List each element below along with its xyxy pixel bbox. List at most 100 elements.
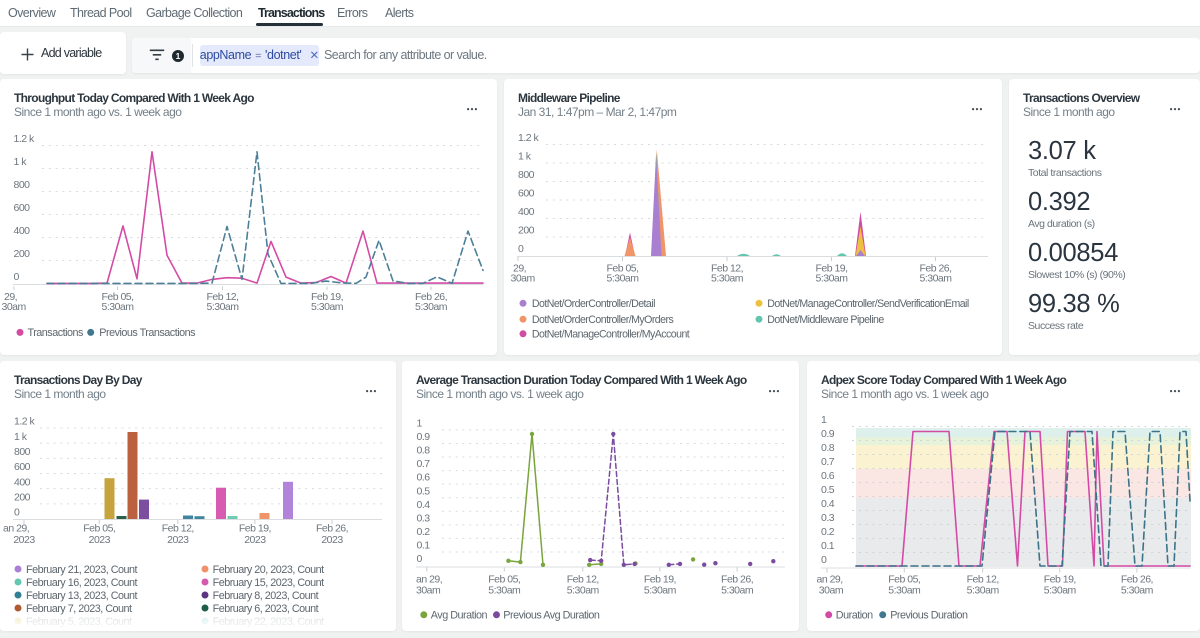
svg-text:5:30am: 5:30am [1121,585,1154,597]
svg-text:0.1: 0.1 [417,540,431,552]
svg-text:February 15, 2023, Count: February 15, 2023, Count [213,577,325,589]
svg-text:400: 400 [14,476,31,488]
svg-text:0.8: 0.8 [417,445,431,457]
svg-text:Feb 12,: Feb 12, [567,573,599,585]
svg-text:Feb 05,: Feb 05, [888,573,920,585]
svg-text:DotNet/ManageController/SendVe: DotNet/ManageController/SendVerification… [767,298,969,310]
svg-text:an 29,: an 29, [416,573,442,585]
svg-text:800: 800 [14,179,31,191]
svg-text:Feb 12,: Feb 12, [162,523,194,535]
svg-text:600: 600 [14,202,31,214]
svg-text:Feb 19,: Feb 19, [239,523,271,535]
svg-text:DotNet/ManageController/MyAcco: DotNet/ManageController/MyAccount [532,329,690,341]
svg-text:Feb 19,: Feb 19, [644,573,676,585]
svg-text:0.6: 0.6 [821,470,835,482]
svg-text:Previous Transactions: Previous Transactions [99,327,196,339]
svg-text:600: 600 [14,461,31,473]
svg-text:Avg Duration: Avg Duration [431,610,488,622]
svg-text:0.7: 0.7 [821,456,835,468]
svg-text:February 20, 2023, Count: February 20, 2023, Count [213,564,325,576]
svg-text:5:30am: 5:30am [101,301,134,313]
svg-text:Feb 05,: Feb 05, [488,573,520,585]
svg-text:an 29,: an 29, [3,523,29,535]
svg-text:DotNet/Middleware Pipeline: DotNet/Middleware Pipeline [767,314,884,326]
svg-text:DotNet/OrderController/MyOrder: DotNet/OrderController/MyOrders [532,314,674,326]
svg-text:800: 800 [518,169,535,181]
svg-text:5:30am: 5:30am [488,585,521,597]
svg-text:200: 200 [14,248,31,260]
svg-text:1: 1 [821,414,827,426]
svg-text:1 k: 1 k [14,431,28,443]
svg-text:0.4: 0.4 [417,499,431,511]
svg-text:800: 800 [14,446,31,458]
svg-text:5:30am: 5:30am [721,585,754,597]
svg-text:an 29,: an 29, [817,573,843,585]
svg-text:2023: 2023 [167,534,189,546]
svg-text:0.7: 0.7 [417,458,431,470]
svg-text:5:30am: 5:30am [644,585,677,597]
svg-text:0.8: 0.8 [821,442,835,454]
svg-text:1: 1 [176,50,181,60]
svg-text:Previous Avg Duration: Previous Avg Duration [503,610,600,622]
svg-text:5:30am: 5:30am [888,585,921,597]
svg-text:30am: 30am [2,301,27,313]
svg-text:Feb 26,: Feb 26, [1121,573,1153,585]
svg-text:5:30am: 5:30am [606,272,639,284]
svg-text:1.2 k: 1.2 k [518,132,540,144]
svg-text:0: 0 [14,507,20,519]
svg-text:5:30am: 5:30am [919,272,952,284]
svg-text:Feb 12,: Feb 12, [967,573,999,585]
svg-text:0: 0 [14,271,20,283]
svg-text:200: 200 [14,491,31,503]
svg-text:400: 400 [518,206,535,218]
svg-text:5:30am: 5:30am [815,272,848,284]
svg-text:5:30am: 5:30am [967,585,1000,597]
svg-text:1 k: 1 k [14,156,28,168]
svg-text:5:30am: 5:30am [1044,585,1077,597]
svg-text:2023: 2023 [244,534,266,546]
svg-text:0.9: 0.9 [821,428,835,440]
svg-text:0.2: 0.2 [417,526,431,538]
svg-text:0: 0 [518,243,524,255]
svg-text:200: 200 [518,225,535,237]
svg-text:0: 0 [821,554,827,566]
svg-text:Previous Duration: Previous Duration [890,610,968,622]
svg-text:February 21, 2023, Count: February 21, 2023, Count [26,564,138,576]
svg-text:400: 400 [14,225,31,237]
svg-text:30am: 30am [511,272,536,284]
svg-text:0.5: 0.5 [821,484,835,496]
svg-text:0.5: 0.5 [417,485,431,497]
svg-text:5:30am: 5:30am [567,585,600,597]
svg-text:February 8, 2023, Count: February 8, 2023, Count [213,590,319,602]
svg-text:0.1: 0.1 [821,540,835,552]
svg-text:February 16, 2023, Count: February 16, 2023, Count [26,577,138,589]
svg-text:1.2 k: 1.2 k [14,416,36,428]
svg-text:5:30am: 5:30am [415,301,448,313]
svg-text:1: 1 [417,418,423,430]
svg-text:Duration: Duration [836,610,873,622]
svg-text:5:30am: 5:30am [311,301,344,313]
svg-text:0: 0 [417,553,423,565]
svg-text:0.6: 0.6 [417,472,431,484]
svg-text:1.2 k: 1.2 k [14,133,36,145]
svg-text:0.9: 0.9 [417,431,431,443]
svg-text:30am: 30am [819,585,844,597]
svg-text:5:30am: 5:30am [206,301,239,313]
svg-text:1 k: 1 k [518,151,532,163]
svg-text:5:30am: 5:30am [711,272,744,284]
svg-text:February 13, 2023, Count: February 13, 2023, Count [26,590,138,602]
svg-text:2023: 2023 [321,534,343,546]
svg-text:2023: 2023 [89,534,111,546]
svg-text:0.3: 0.3 [821,512,835,524]
svg-text:Feb 26,: Feb 26, [721,573,753,585]
svg-text:600: 600 [518,188,535,200]
svg-text:DotNet/OrderController/Detail: DotNet/OrderController/Detail [532,298,655,310]
svg-text:30am: 30am [416,585,441,597]
svg-text:2023: 2023 [13,534,35,546]
svg-text:Feb 05,: Feb 05, [83,523,115,535]
svg-text:0.4: 0.4 [821,498,835,510]
svg-text:Transactions: Transactions [28,327,85,339]
svg-text:Feb 19,: Feb 19, [1044,573,1076,585]
svg-text:0.3: 0.3 [417,512,431,524]
svg-text:Feb 26,: Feb 26, [316,523,348,535]
